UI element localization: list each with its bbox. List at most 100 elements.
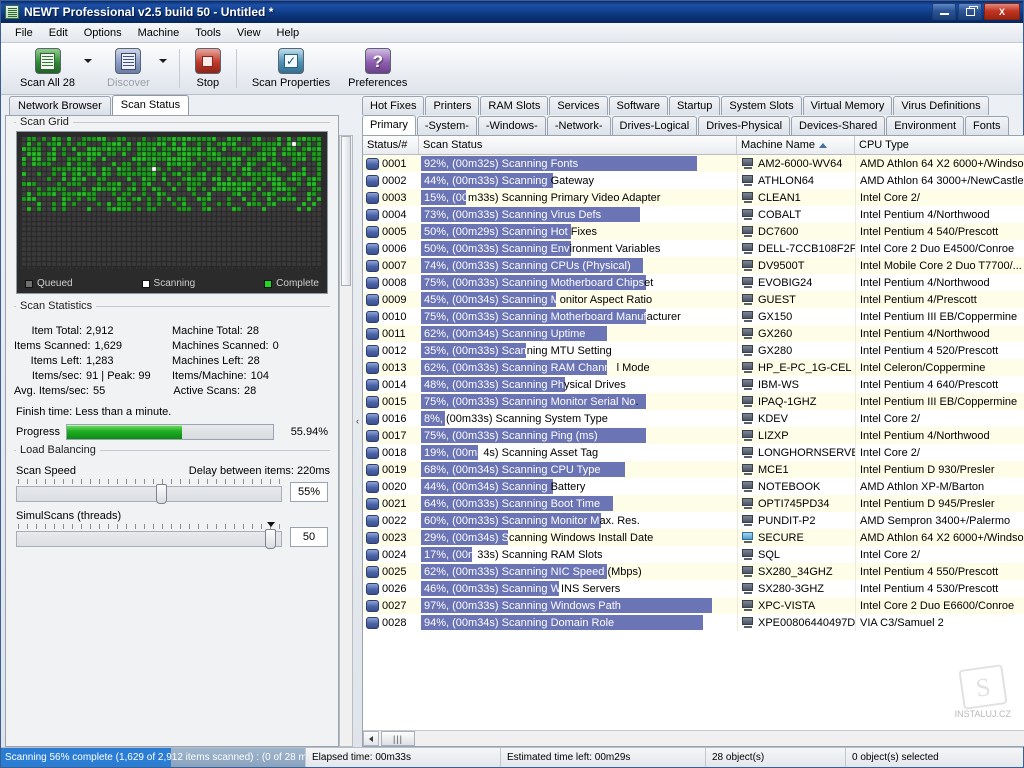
scan-speed-thumb[interactable]: [156, 484, 167, 504]
tab-printers[interactable]: Printers: [425, 96, 479, 115]
tab-devices-shared[interactable]: Devices-Shared: [791, 116, 885, 135]
status-time-left: Estimated time left: 00m29s: [501, 748, 706, 767]
table-row[interactable]: 002044%, (00m34s) Scanning BatteryNOTEBO…: [363, 478, 1024, 495]
tab-virus-definitions[interactable]: Virus Definitions: [893, 96, 988, 115]
tab-services[interactable]: Services: [549, 96, 607, 115]
table-row[interactable]: 001575%, (00m33s) Scanning Monitor Seria…: [363, 393, 1024, 410]
progress-label: Progress: [16, 426, 60, 438]
cell-scan-status: 94%, (00m34s) Scanning Domain Role: [419, 614, 737, 631]
column-header-cpu-type[interactable]: CPU Type: [855, 136, 1024, 154]
table-row[interactable]: 000244%, (00m33s) Scanning GatewayATHLON…: [363, 172, 1024, 189]
row-number: 0006: [382, 243, 406, 255]
pane-splitter[interactable]: ‹: [353, 95, 362, 747]
scan-speed-track[interactable]: [16, 486, 282, 502]
table-row[interactable]: 001819%, (00m34s) Scanning Asset TagLONG…: [363, 444, 1024, 461]
progress-bar: [66, 424, 274, 440]
horizontal-scrollbar-thumb[interactable]: |||: [381, 731, 415, 746]
tab-windows[interactable]: -Windows-: [478, 116, 546, 135]
left-scrollbar-thumb[interactable]: [341, 136, 351, 286]
toolbar-dropdown-scan[interactable]: [84, 45, 98, 94]
scan-status-icon: [366, 345, 379, 357]
scroll-left-button[interactable]: [363, 731, 379, 746]
tab-primary[interactable]: Primary: [362, 115, 416, 135]
table-row[interactable]: 000945%, (00m34s) Scanning Monitor Aspec…: [363, 291, 1024, 308]
tab-system-slots[interactable]: System Slots: [721, 96, 801, 115]
column-header-scan-status[interactable]: Scan Status: [419, 136, 737, 154]
table-row[interactable]: 001235%, (00m33s) Scanning MTU SettingGX…: [363, 342, 1024, 359]
table-row[interactable]: 001775%, (00m33s) Scanning Ping (ms)LIZX…: [363, 427, 1024, 444]
table-row[interactable]: 002797%, (00m33s) Scanning Windows PathX…: [363, 597, 1024, 614]
table-row[interactable]: 002646%, (00m33s) Scanning WINS ServersS…: [363, 580, 1024, 597]
column-header-machine-name[interactable]: Machine Name: [737, 136, 855, 154]
cell-scan-status: 29%, (00m34s) Scanning Windows Install D…: [419, 529, 737, 546]
table-row[interactable]: 000192%, (00m32s) Scanning FontsAM2-6000…: [363, 155, 1024, 172]
table-row[interactable]: 000774%, (00m33s) Scanning CPUs (Physica…: [363, 257, 1024, 274]
simulscans-value: 50: [290, 527, 328, 547]
table-horizontal-scrollbar[interactable]: |||: [363, 730, 1024, 746]
table-row[interactable]: 001448%, (00m33s) Scanning Physical Driv…: [363, 376, 1024, 393]
tab-system[interactable]: -System-: [417, 116, 477, 135]
toolbar-dropdown-discover[interactable]: [159, 45, 173, 94]
table-row[interactable]: 001075%, (00m33s) Scanning Motherboard M…: [363, 308, 1024, 325]
table-row[interactable]: 000875%, (00m33s) Scanning Motherboard C…: [363, 274, 1024, 291]
table-row[interactable]: 001362%, (00m33s) Scanning RAM Channel M…: [363, 359, 1024, 376]
menu-item-tools[interactable]: Tools: [187, 25, 229, 41]
table-row[interactable]: 002894%, (00m34s) Scanning Domain RoleXP…: [363, 614, 1024, 631]
table-row[interactable]: 002417%, (00m33s) Scanning RAM SlotsSQLI…: [363, 546, 1024, 563]
table-row[interactable]: 000473%, (00m33s) Scanning Virus DefsCOB…: [363, 206, 1024, 223]
toolbar-button-discover[interactable]: Discover: [98, 45, 159, 94]
tab-startup[interactable]: Startup: [669, 96, 720, 115]
tab-fonts[interactable]: Fonts: [965, 116, 1009, 135]
tab-ram-slots[interactable]: RAM Slots: [480, 96, 548, 115]
simulscans-track[interactable]: [16, 531, 282, 547]
cell-status-number: 0025: [363, 563, 419, 580]
menu-item-help[interactable]: Help: [269, 25, 308, 41]
simulscans-thumb[interactable]: [265, 529, 276, 549]
table-row[interactable]: 002260%, (00m33s) Scanning Monitor Max. …: [363, 512, 1024, 529]
computer-blue-icon: [742, 532, 754, 543]
table-row[interactable]: 00168%, (00m33s) Scanning System TypeKDE…: [363, 410, 1024, 427]
tab-virtual-memory[interactable]: Virtual Memory: [803, 96, 893, 115]
table-row[interactable]: 000315%, (00m33s) Scanning Primary Video…: [363, 189, 1024, 206]
row-number: 0017: [382, 430, 406, 442]
tab-drives-physical[interactable]: Drives-Physical: [698, 116, 790, 135]
menu-item-edit[interactable]: Edit: [41, 25, 76, 41]
stat-row: Machine Total:28: [172, 323, 330, 338]
toolbar-button-preferences[interactable]: ?Preferences: [339, 45, 416, 94]
status-elapsed-time: Elapsed time: 00m33s: [306, 748, 501, 767]
tab-scan-status[interactable]: Scan Status: [112, 95, 189, 115]
tab-hot-fixes[interactable]: Hot Fixes: [362, 96, 424, 115]
status-scan-progress: Scanning 56% complete (1,629 of 2,912 it…: [1, 748, 306, 767]
table-row[interactable]: 001162%, (00m34s) Scanning UptimeGX260In…: [363, 325, 1024, 342]
scan-status-icon: [366, 617, 379, 629]
column-header-status[interactable]: Status/#: [363, 136, 419, 154]
tab-network-browser[interactable]: Network Browser: [9, 96, 111, 115]
table-row[interactable]: 001968%, (00m34s) Scanning CPU TypeMCE1I…: [363, 461, 1024, 478]
minimize-button[interactable]: [932, 3, 956, 20]
menu-item-file[interactable]: File: [7, 25, 41, 41]
table-row[interactable]: 002562%, (00m33s) Scanning NIC Speed (Mb…: [363, 563, 1024, 580]
table-row[interactable]: 002329%, (00m34s) Scanning Windows Insta…: [363, 529, 1024, 546]
close-button[interactable]: X: [984, 3, 1020, 20]
toolbar-button-stop[interactable]: Stop: [186, 45, 230, 94]
tab-network[interactable]: -Network-: [547, 116, 611, 135]
table-row[interactable]: 000650%, (00m33s) Scanning Environment V…: [363, 240, 1024, 257]
table-row[interactable]: 000550%, (00m29s) Scanning Hot FixesDC76…: [363, 223, 1024, 240]
tab-software[interactable]: Software: [609, 96, 668, 115]
tab-environment[interactable]: Environment: [886, 116, 964, 135]
menu-item-machine[interactable]: Machine: [130, 25, 188, 41]
toolbar-button-scan-all-28[interactable]: Scan All 28: [11, 45, 84, 94]
cell-status-number: 0004: [363, 206, 419, 223]
toolbar-button-scan-properties[interactable]: ✓Scan Properties: [243, 45, 339, 94]
menu-item-view[interactable]: View: [229, 25, 269, 41]
cell-scan-status: 17%, (00m33s) Scanning RAM Slots: [419, 546, 737, 563]
simulscans-slider[interactable]: [16, 524, 282, 550]
computer-icon: [742, 413, 754, 424]
maximize-button[interactable]: [958, 3, 982, 20]
tab-drives-logical[interactable]: Drives-Logical: [612, 116, 698, 135]
table-row[interactable]: 002164%, (00m33s) Scanning Boot TimeOPTI…: [363, 495, 1024, 512]
left-pane-scrollbar[interactable]: [339, 135, 353, 747]
row-number: 0027: [382, 600, 406, 612]
scan-speed-slider[interactable]: [16, 479, 282, 505]
menu-item-options[interactable]: Options: [76, 25, 130, 41]
